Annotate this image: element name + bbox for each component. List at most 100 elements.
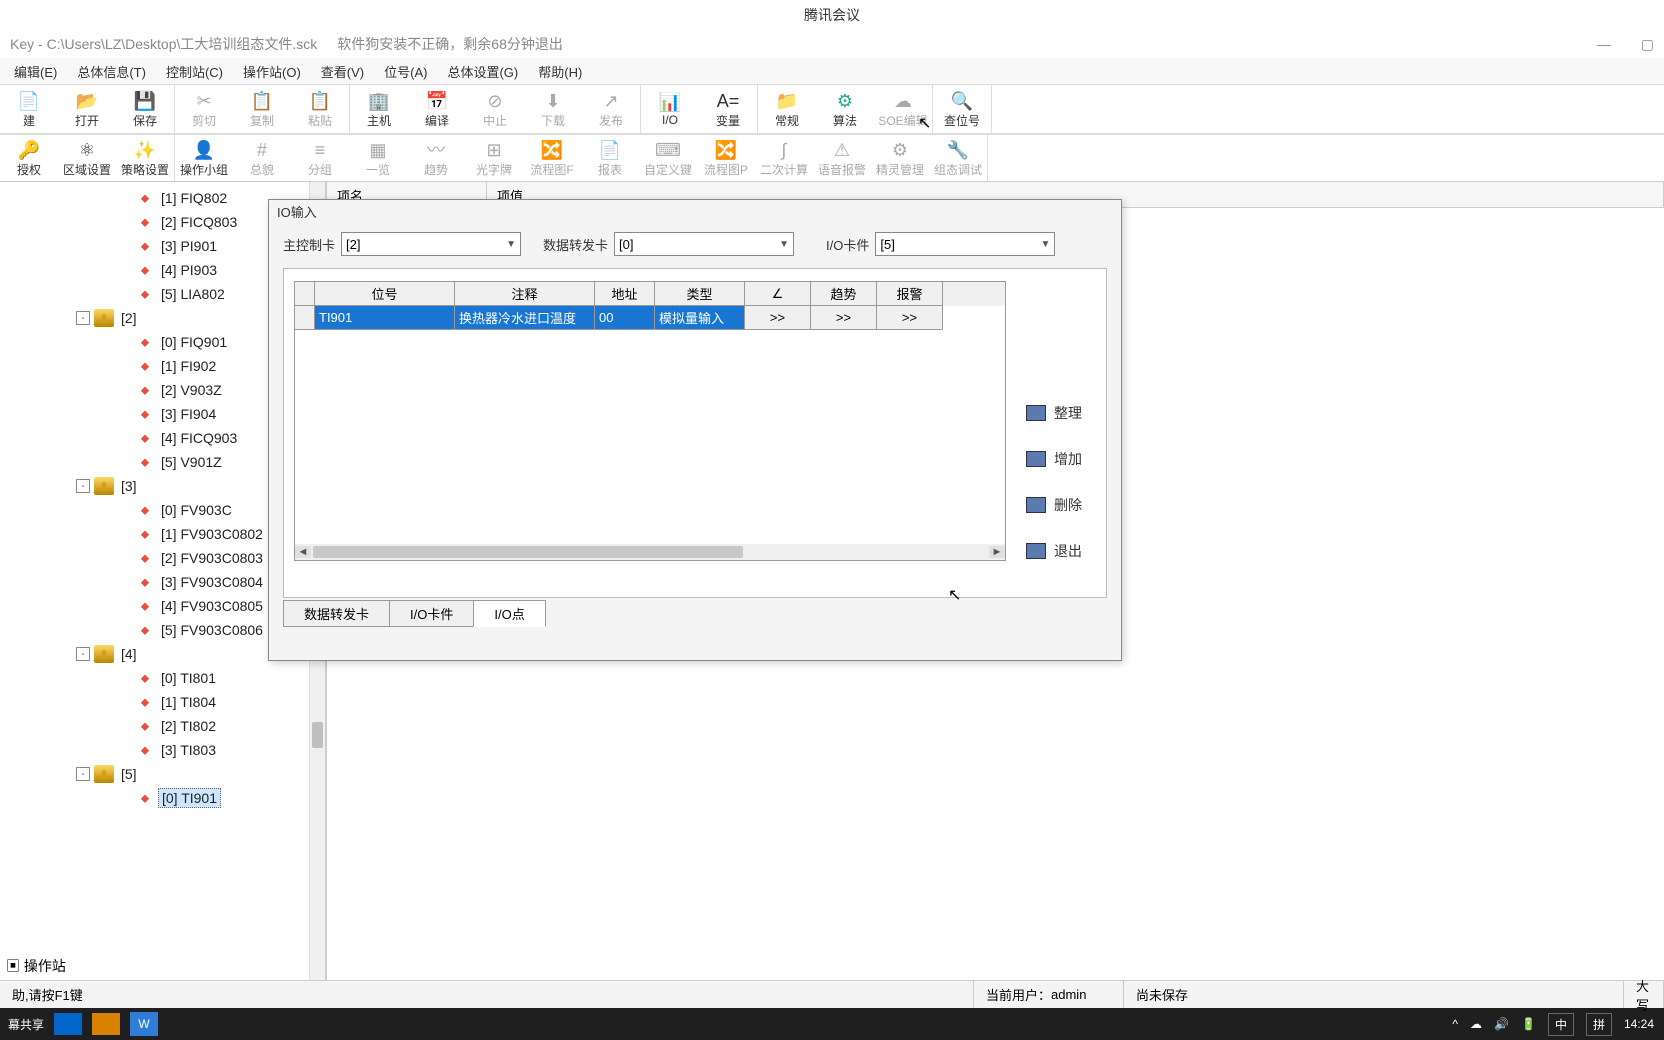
taskbar-wps-icon[interactable]: W (130, 1012, 158, 1036)
grid-header-type[interactable]: 类型 (655, 282, 745, 306)
menu-item-3[interactable]: 操作站(O) (233, 60, 311, 83)
cell-btn2[interactable]: >> (811, 306, 877, 330)
toolbar-区域设置[interactable]: ⚛区域设置 (58, 135, 116, 181)
io-card-combo[interactable]: [5]▼ (875, 232, 1055, 256)
tree-label: [4] FV903C0805 (158, 597, 266, 615)
taskbar-app1-icon[interactable] (54, 1013, 82, 1035)
grid-header-angle[interactable]: ∠ (745, 282, 811, 306)
tree-item[interactable]: ⬥[3] TI803 (2, 738, 323, 762)
grid-h-scrollbar[interactable]: ◄► (295, 544, 1005, 560)
maximize-button[interactable]: ▢ (1641, 36, 1654, 53)
toolbar-label: 流程图F (530, 161, 573, 178)
tab-io-card[interactable]: I/O卡件 (389, 600, 474, 627)
grid-header-tag[interactable]: 位号 (315, 282, 455, 306)
menu-item-5[interactable]: 位号(A) (374, 60, 437, 83)
toolbar-授权[interactable]: 🔑授权 (0, 135, 58, 181)
table-row[interactable]: TI901 换热器冷水进口温度 00 模拟量输入 >> >> >> (295, 306, 1005, 330)
建-icon: 📄 (18, 90, 40, 112)
data-forward-combo[interactable]: [0]▼ (614, 232, 794, 256)
exit-button[interactable]: 退出 (1026, 541, 1096, 561)
toolbar-label: 光字牌 (476, 161, 512, 178)
cell-btn1[interactable]: >> (745, 306, 811, 330)
taskbar-clock[interactable]: 14:24 (1624, 1017, 1654, 1031)
toolbar-编译[interactable]: 📅编译 (408, 85, 466, 133)
tree-item[interactable]: ⬥[2] TI802 (2, 714, 323, 738)
tree-item[interactable]: ⬥[1] TI804 (2, 690, 323, 714)
taskbar-app2-icon[interactable] (92, 1013, 120, 1035)
toolbar-I/O[interactable]: 📊I/O (641, 85, 699, 133)
toolbar-常规[interactable]: 📁常规 (758, 85, 816, 133)
tag-icon: ⬥ (136, 213, 154, 231)
保存-icon: 💾 (134, 90, 156, 112)
toolbar-主机[interactable]: 🏢主机 (350, 85, 408, 133)
add-button[interactable]: 增加 (1026, 449, 1096, 469)
toolbar-打开[interactable]: 📂打开 (58, 85, 116, 133)
cell-note[interactable]: 换热器冷水进口温度 (455, 306, 595, 330)
grid-header-addr[interactable]: 地址 (595, 282, 655, 306)
tray-battery-icon[interactable]: 🔋 (1521, 1017, 1536, 1031)
tray-up-icon[interactable]: ^ (1452, 1017, 1458, 1031)
grid-header-alarm[interactable]: 报警 (877, 282, 943, 306)
tree-expander[interactable]: - (76, 479, 90, 493)
menu-item-0[interactable]: 编辑(E) (4, 60, 67, 83)
menu-item-2[interactable]: 控制站(C) (156, 60, 233, 83)
cell-tag[interactable]: TI901 (315, 306, 455, 330)
中止-icon: ⊘ (487, 90, 502, 112)
main-card-combo[interactable]: [2]▼ (341, 232, 521, 256)
tag-icon: ⬥ (136, 189, 154, 207)
tag-icon: ⬥ (136, 717, 154, 735)
menu-item-4[interactable]: 查看(V) (311, 60, 374, 83)
tag-icon: ⬥ (136, 693, 154, 711)
tree-item[interactable]: -▮[5] (2, 762, 323, 786)
tree-expander[interactable]: - (76, 767, 90, 781)
toolbar-建[interactable]: 📄建 (0, 85, 58, 133)
organize-button[interactable]: 整理 (1026, 403, 1096, 423)
status-user: 当前用户：admin (974, 981, 1124, 1008)
tab-data-forward[interactable]: 数据转发卡 (283, 600, 390, 627)
cell-addr[interactable]: 00 (595, 306, 655, 330)
toolbar-策略设置[interactable]: ✨策略设置 (116, 135, 174, 181)
menu-item-1[interactable]: 总体信息(T) (67, 60, 156, 83)
tree-label: [4] FICQ903 (158, 429, 240, 447)
toolbar-二次计算: ∫二次计算 (755, 135, 813, 181)
toolbar-label: 精灵管理 (876, 161, 924, 178)
tab-io-point[interactable]: I/O点 (473, 600, 545, 627)
tree-expander[interactable]: - (76, 647, 90, 661)
toolbar-查位号[interactable]: 🔍查位号 (933, 85, 991, 133)
主机-icon: 🏢 (368, 90, 390, 112)
ime-lang[interactable]: 中 (1548, 1013, 1574, 1036)
toolbar-算法[interactable]: ⚙算法 (816, 85, 874, 133)
cell-btn3[interactable]: >> (877, 306, 943, 330)
minimize-button[interactable]: — (1597, 36, 1611, 53)
tree-expander[interactable]: - (76, 311, 90, 325)
tree-label: [2] (118, 309, 140, 327)
tag-icon: ⬥ (136, 261, 154, 279)
tray-volume-icon[interactable]: 🔊 (1494, 1017, 1509, 1031)
变量-icon: A= (717, 90, 740, 112)
toolbar-label: 建 (23, 112, 35, 129)
io-grid[interactable]: 位号 注释 地址 类型 ∠ 趋势 报警 TI901 换热器冷水进口温度 00 模… (294, 281, 1006, 561)
toolbar-label: SOE编辑 (878, 112, 927, 129)
toolbar-精灵管理: ⚙精灵管理 (871, 135, 929, 181)
toolbar-label: 下载 (541, 112, 565, 129)
ime-mode[interactable]: 拼 (1586, 1013, 1612, 1036)
toolbar-操作小组[interactable]: 👤操作小组 (175, 135, 233, 181)
toolbar-剪切: ✂剪切 (175, 85, 233, 133)
tree-item[interactable]: ⬥[0] TI801 (2, 666, 323, 690)
toolbar-保存[interactable]: 💾保存 (116, 85, 174, 133)
delete-button[interactable]: 删除 (1026, 495, 1096, 515)
menu-item-6[interactable]: 总体设置(G) (437, 60, 528, 83)
tray-cloud-icon[interactable]: ☁ (1470, 1017, 1482, 1031)
toolbar-label: 查位号 (944, 112, 980, 129)
tree-item[interactable]: ⬥[0] TI901 (2, 786, 323, 810)
cell-type[interactable]: 模拟量输入 (655, 306, 745, 330)
toolbar-变量[interactable]: A=变量 (699, 85, 757, 133)
chevron-down-icon: ▼ (506, 239, 516, 250)
grid-header-trend[interactable]: 趋势 (811, 282, 877, 306)
grid-header-note[interactable]: 注释 (455, 282, 595, 306)
查位号-icon: 🔍 (951, 90, 973, 112)
toolbar-label: 自定义键 (644, 161, 692, 178)
menu-item-7[interactable]: 帮助(H) (528, 60, 592, 83)
toolbar-发布: ↗发布 (582, 85, 640, 133)
toolbar-光字牌: ⊞光字牌 (465, 135, 523, 181)
